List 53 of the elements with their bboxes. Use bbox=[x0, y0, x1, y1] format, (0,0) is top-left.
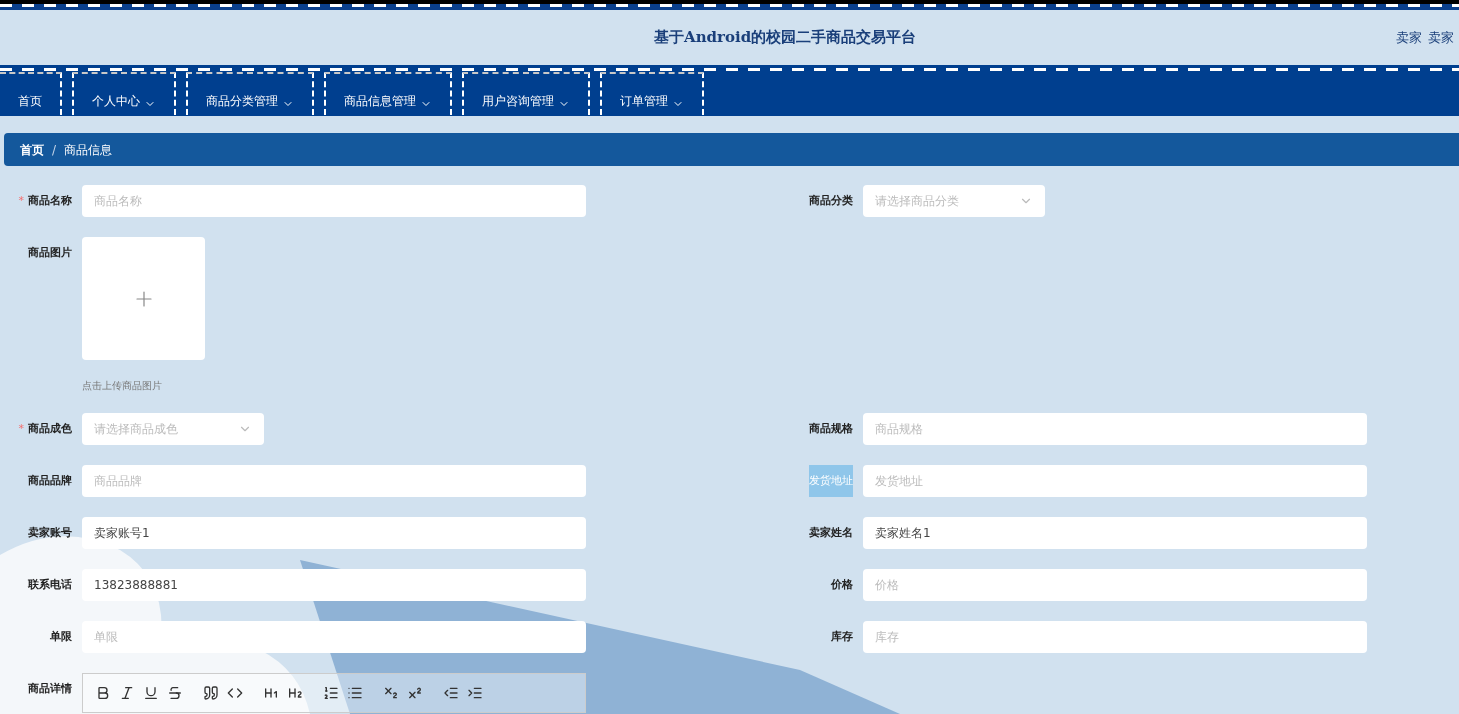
upload-hint: 点击上传商品图片 bbox=[82, 379, 163, 393]
field-label: 商品品牌 bbox=[28, 472, 72, 489]
field-label: 商品名称 bbox=[28, 192, 72, 209]
subscript-icon[interactable] bbox=[383, 685, 399, 701]
breadcrumb-item: 商品信息 bbox=[64, 141, 113, 159]
nav-tab[interactable]: 商品信息管理 bbox=[324, 72, 452, 115]
nav-tab[interactable]: 个人中心 bbox=[72, 72, 176, 115]
field-label: 卖家姓名 bbox=[809, 524, 853, 541]
indent-icon[interactable] bbox=[467, 685, 483, 701]
breadcrumb-item[interactable]: 首页 bbox=[20, 140, 44, 159]
input-field[interactable]: 单限 bbox=[82, 621, 586, 653]
italic-icon[interactable] bbox=[119, 685, 135, 701]
field-label: 商品成色 bbox=[28, 420, 72, 437]
user-link[interactable]: 卖家 bbox=[1428, 27, 1454, 48]
heading-one-icon[interactable] bbox=[263, 685, 279, 701]
superscript-icon[interactable] bbox=[407, 685, 423, 701]
field-label: 价格 bbox=[831, 576, 853, 593]
nav-tab[interactable]: 用户咨询管理 bbox=[462, 72, 590, 115]
input-field[interactable]: 库存 bbox=[863, 621, 1367, 653]
numbered-list-icon[interactable] bbox=[323, 685, 339, 701]
breadcrumb-separator: / bbox=[52, 141, 57, 159]
input-field[interactable]: 商品名称 bbox=[82, 185, 586, 217]
field-label: 商品详情 bbox=[28, 680, 72, 697]
outdent-icon[interactable] bbox=[443, 685, 459, 701]
field-label: 卖家账号 bbox=[28, 524, 72, 541]
input-field[interactable]: 卖家账号1 bbox=[82, 517, 586, 549]
input-field[interactable]: 商品品牌 bbox=[82, 465, 586, 497]
field-label: 商品图片 bbox=[28, 244, 72, 261]
user-link[interactable]: 卖家 bbox=[1396, 27, 1422, 48]
field-label: 商品分类 bbox=[809, 192, 853, 209]
strikethrough-icon[interactable] bbox=[167, 685, 183, 701]
field-label: 商品规格 bbox=[809, 420, 853, 437]
quote-icon[interactable] bbox=[203, 685, 219, 701]
field-label: 单限 bbox=[50, 628, 72, 645]
input-field[interactable]: 卖家姓名1 bbox=[863, 517, 1367, 549]
input-field[interactable]: 发货地址 bbox=[863, 465, 1367, 497]
heading-two-icon[interactable] bbox=[287, 685, 303, 701]
field-label: 联系电话 bbox=[28, 576, 72, 593]
field-label: 发货地址 bbox=[809, 464, 853, 498]
bullet-list-icon[interactable] bbox=[347, 685, 363, 701]
underline-icon[interactable] bbox=[143, 685, 159, 701]
nav-tab[interactable]: 商品分类管理 bbox=[186, 72, 314, 115]
site-title: 基于Android的校园二手商品交易平台 bbox=[654, 27, 917, 49]
bold-icon[interactable] bbox=[95, 685, 111, 701]
code-icon[interactable] bbox=[227, 685, 243, 701]
required-mark: * bbox=[18, 420, 24, 437]
nav-tab[interactable]: 订单管理 bbox=[600, 72, 704, 115]
field-label: 库存 bbox=[831, 628, 853, 645]
input-field[interactable]: 价格 bbox=[863, 569, 1367, 601]
nav-tab[interactable]: 首页 bbox=[0, 72, 62, 115]
required-mark: * bbox=[18, 192, 24, 209]
input-field[interactable]: 13823888881 bbox=[82, 569, 586, 601]
input-field[interactable]: 商品规格 bbox=[863, 413, 1367, 445]
